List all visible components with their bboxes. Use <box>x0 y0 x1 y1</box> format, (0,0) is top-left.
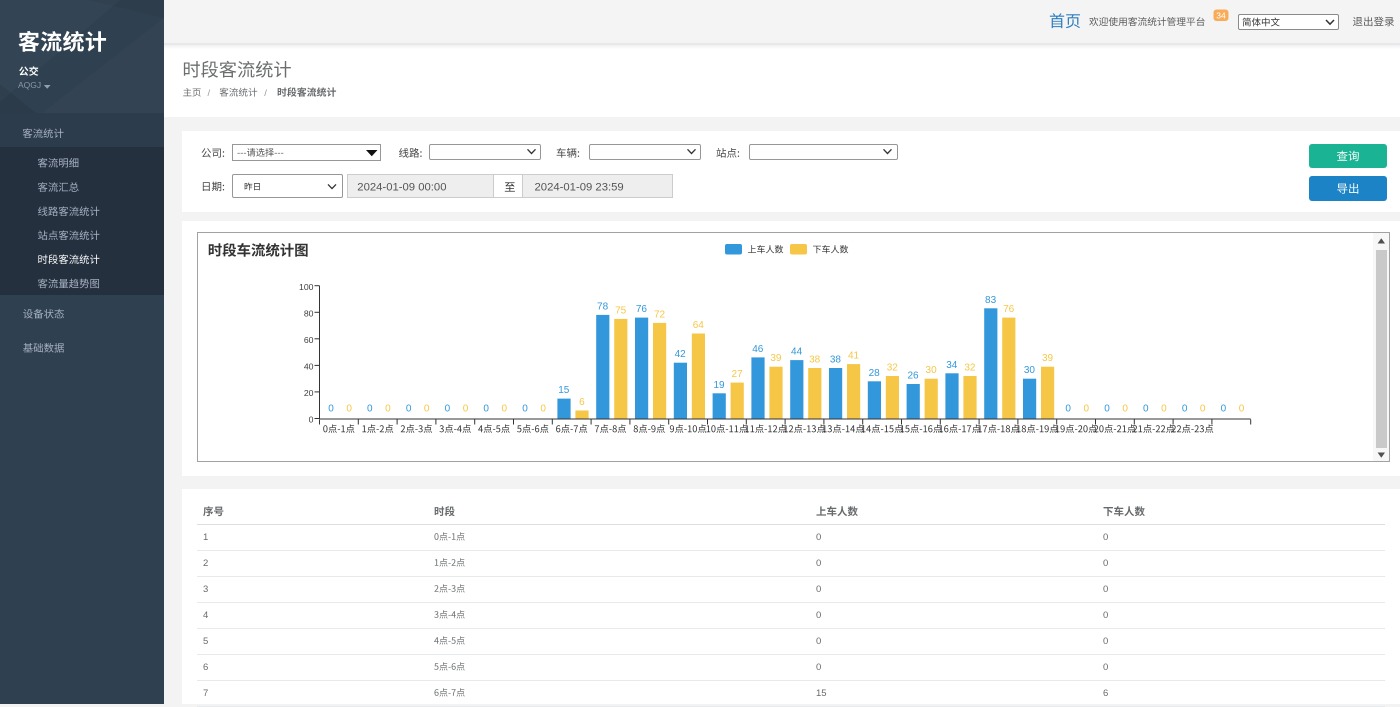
svg-text:27: 27 <box>732 369 744 380</box>
svg-text:0: 0 <box>445 403 451 414</box>
svg-text:34: 34 <box>946 360 958 371</box>
svg-text:39: 39 <box>770 353 782 364</box>
svg-text:7: 7 <box>203 688 208 699</box>
svg-text:0: 0 <box>463 403 469 414</box>
svg-text:42: 42 <box>675 349 687 360</box>
svg-text:19: 19 <box>713 380 725 391</box>
svg-text:46: 46 <box>752 344 764 355</box>
svg-text:30: 30 <box>1024 365 1036 376</box>
svg-text:44: 44 <box>791 347 803 358</box>
svg-text:0: 0 <box>522 403 528 414</box>
svg-text:0: 0 <box>1200 403 1206 414</box>
svg-text:76: 76 <box>636 304 648 315</box>
svg-text:AQGJ: AQGJ <box>18 80 41 90</box>
svg-text:0: 0 <box>1239 403 1245 414</box>
svg-text:0: 0 <box>328 403 334 414</box>
svg-text:0: 0 <box>1103 636 1108 647</box>
svg-text:0: 0 <box>816 610 821 621</box>
svg-text:100: 100 <box>299 282 314 292</box>
svg-text:0: 0 <box>816 584 821 595</box>
svg-text:15: 15 <box>558 385 570 396</box>
svg-text:15: 15 <box>816 688 827 699</box>
svg-text:6: 6 <box>579 397 585 408</box>
svg-text:0: 0 <box>816 558 821 569</box>
svg-text:6: 6 <box>1103 688 1108 699</box>
svg-text:34: 34 <box>1216 10 1226 20</box>
svg-text:39: 39 <box>1042 353 1054 364</box>
svg-text:6: 6 <box>203 662 208 673</box>
svg-text:2: 2 <box>203 558 208 569</box>
svg-text:32: 32 <box>964 363 976 374</box>
svg-text:0: 0 <box>1103 662 1108 673</box>
svg-text:5: 5 <box>203 636 208 647</box>
svg-text:0: 0 <box>483 403 489 414</box>
svg-text:0: 0 <box>424 403 430 414</box>
svg-text:0: 0 <box>346 403 352 414</box>
svg-text:0: 0 <box>816 636 821 647</box>
svg-text:3: 3 <box>203 584 208 595</box>
svg-text:0: 0 <box>406 403 412 414</box>
svg-text:0: 0 <box>1103 558 1108 569</box>
svg-text:0: 0 <box>1103 532 1108 543</box>
svg-text:2024-01-09 23:59: 2024-01-09 23:59 <box>535 181 624 193</box>
svg-text:0: 0 <box>1161 403 1167 414</box>
svg-text:83: 83 <box>985 295 997 306</box>
svg-text:0: 0 <box>1182 403 1188 414</box>
svg-text:26: 26 <box>907 371 919 382</box>
svg-text:0: 0 <box>816 532 821 543</box>
svg-text:1: 1 <box>203 532 208 543</box>
svg-text:2024-01-09 00:00: 2024-01-09 00:00 <box>357 181 446 193</box>
svg-text:78: 78 <box>597 301 609 312</box>
svg-text:41: 41 <box>848 351 860 362</box>
svg-text:0: 0 <box>1221 403 1227 414</box>
svg-text:0: 0 <box>367 403 373 414</box>
svg-text:0: 0 <box>385 403 391 414</box>
svg-text:/: / <box>264 88 267 99</box>
svg-text:0: 0 <box>1122 403 1128 414</box>
svg-text:0: 0 <box>1104 403 1110 414</box>
svg-text:64: 64 <box>693 320 705 331</box>
svg-text:0: 0 <box>1084 403 1090 414</box>
svg-text:20: 20 <box>304 388 314 398</box>
svg-text:60: 60 <box>304 335 314 345</box>
svg-text:75: 75 <box>615 305 627 316</box>
svg-text:0: 0 <box>540 403 546 414</box>
svg-text:32: 32 <box>887 363 899 374</box>
svg-text:/: / <box>208 88 211 99</box>
svg-text:0: 0 <box>1103 584 1108 595</box>
svg-text:72: 72 <box>654 309 666 320</box>
svg-text:80: 80 <box>304 309 314 319</box>
svg-text:30: 30 <box>926 365 938 376</box>
svg-text:0: 0 <box>309 415 314 425</box>
svg-text:38: 38 <box>830 355 842 366</box>
svg-text:0: 0 <box>1143 403 1149 414</box>
svg-text:28: 28 <box>869 368 881 379</box>
svg-text:40: 40 <box>304 362 314 372</box>
svg-text:0: 0 <box>502 403 508 414</box>
svg-text:0: 0 <box>816 662 821 673</box>
svg-text:0: 0 <box>1065 403 1071 414</box>
svg-text:4: 4 <box>203 610 208 621</box>
svg-text:76: 76 <box>1003 304 1015 315</box>
svg-text:38: 38 <box>809 355 821 366</box>
svg-text:0: 0 <box>1103 610 1108 621</box>
